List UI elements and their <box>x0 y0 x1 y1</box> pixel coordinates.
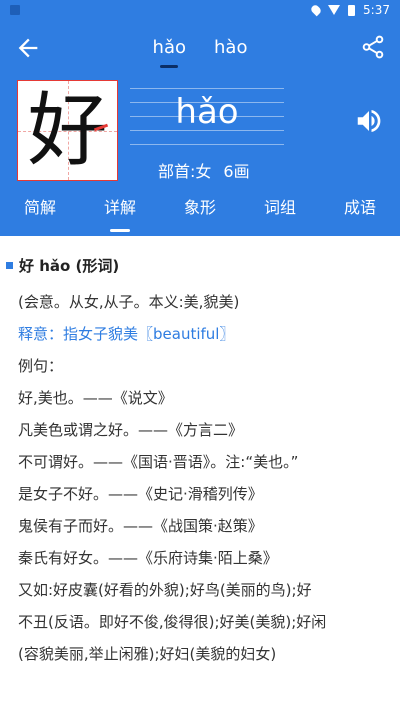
entry-heading: 好 hǎo (形词) <box>0 254 400 276</box>
character-header: 好 hǎo 部首:女 6画 <box>0 76 400 186</box>
tab-idioms[interactable]: 成语 <box>338 186 382 236</box>
tab-pictograph[interactable]: 象形 <box>178 186 222 236</box>
wifi-icon <box>328 5 341 15</box>
usage-line: (容貌美丽,举止闲雅);好妇(美貌的妇女) <box>18 645 277 663</box>
status-bar: 5:37 <box>0 0 400 20</box>
tab-words[interactable]: 词组 <box>258 186 302 236</box>
character-glyph: 好 <box>27 84 108 177</box>
character-writing-box[interactable]: 好 <box>17 80 118 181</box>
radical-label: 部首:女 <box>158 162 212 181</box>
example-line: 是女子不好。——《史记·滑稽列传》 <box>18 485 263 503</box>
example-line: 秦氏有好女。——《乐府诗集·陌上桑》 <box>18 549 278 567</box>
usage-line: 不丑(反语。即好不俊,俊得很);好美(美貌);好闲 <box>18 613 327 631</box>
character-pinyin: hǎo <box>175 92 239 132</box>
section-tabs: 简解 详解 象形 词组 成语 <box>0 186 400 236</box>
tab-pinyin-hao4[interactable]: hào <box>211 20 250 76</box>
battery-icon <box>348 4 356 16</box>
tab-brief[interactable]: 简解 <box>18 186 62 236</box>
tab-pinyin-hao3[interactable]: hǎo <box>150 20 189 76</box>
share-icon <box>362 35 384 59</box>
bullet-square-icon <box>6 261 13 269</box>
speaker-icon <box>357 110 381 132</box>
entry-heading-text: 好 hǎo (形词) <box>19 256 120 275</box>
example-line: 凡美色或谓之好。——《方言二》 <box>18 421 244 439</box>
etymology-line: (会意。从女,从子。本义:美,貌美) <box>18 293 240 311</box>
examples-label: 例句： <box>18 357 64 375</box>
share-button[interactable] <box>360 34 386 60</box>
toolbar: hǎo hào <box>0 20 400 76</box>
example-line: 鬼侯有子而好。——《战国策·赵策》 <box>18 517 263 535</box>
tab-detail[interactable]: 详解 <box>98 186 142 236</box>
meaning-line: 释意：指女子貌美〖beautiful〗 <box>18 325 235 343</box>
usage-line: 又如:好皮囊(好看的外貌);好鸟(美丽的鸟);好 <box>18 581 312 599</box>
example-line: 不可谓好。——《国语·晋语》。注:“美也。” <box>18 453 299 471</box>
radical-info: 部首:女 6画 <box>158 158 250 182</box>
location-icon <box>309 3 323 17</box>
example-line: 好,美也。——《说文》 <box>18 389 173 407</box>
pinyin-tabs: hǎo hào <box>0 20 400 76</box>
detail-content: 好 hǎo (形词) (会意。从女,从子。本义:美,貌美) 释意：指女子貌美〖b… <box>0 236 400 711</box>
pronounce-button[interactable] <box>354 106 384 136</box>
status-time: 5:37 <box>363 3 390 17</box>
notification-icon <box>10 5 20 15</box>
stroke-count: 6画 <box>223 162 250 181</box>
